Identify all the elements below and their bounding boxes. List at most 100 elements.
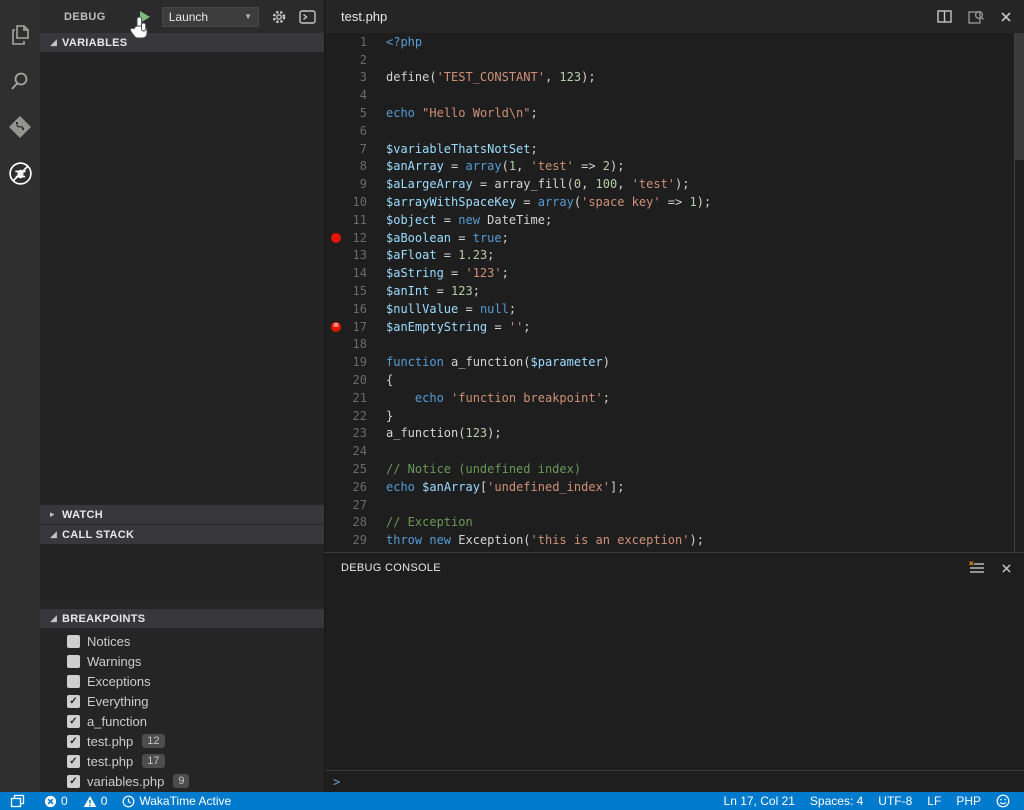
breakpoint-gutter[interactable] [325, 300, 345, 318]
code-line[interactable]: 25// Notice (undefined index) [325, 460, 1014, 478]
code-line[interactable]: 22} [325, 407, 1014, 425]
debug-icon[interactable] [0, 150, 40, 196]
close-editor-icon[interactable] [1000, 11, 1012, 23]
code-line[interactable]: 23a_function(123); [325, 425, 1014, 443]
code-line[interactable]: 27 [325, 496, 1014, 514]
code-line[interactable]: 21 echo 'function breakpoint'; [325, 389, 1014, 407]
breakpoint-gutter[interactable] [325, 442, 345, 460]
breakpoint-gutter[interactable] [325, 478, 345, 496]
breakpoint-checkbox[interactable]: ✓ [67, 715, 80, 728]
code-line[interactable]: 14$aString = '123'; [325, 264, 1014, 282]
breakpoint-gutter[interactable] [325, 140, 345, 158]
breakpoint-checkbox[interactable] [67, 635, 80, 648]
breakpoint-checkbox[interactable]: ✓ [67, 735, 80, 748]
breakpoint-item[interactable]: ✓a_function [40, 711, 324, 731]
breakpoint-checkbox[interactable]: ✓ [67, 695, 80, 708]
breakpoint-gutter[interactable] [325, 69, 345, 87]
code-line[interactable]: 19function a_function($parameter) [325, 353, 1014, 371]
breakpoint-item[interactable]: Notices [40, 631, 324, 651]
breakpoint-gutter[interactable] [325, 193, 345, 211]
breakpoint-icon[interactable] [331, 233, 341, 243]
toggle-debug-console-icon[interactable] [299, 10, 316, 24]
breakpoint-gutter[interactable] [325, 247, 345, 265]
remote-window-icon[interactable] [10, 794, 29, 808]
breakpoint-checkbox[interactable] [67, 655, 80, 668]
code-line[interactable]: 1<?php [325, 33, 1014, 51]
breakpoint-item[interactable]: ✓test.php17 [40, 751, 324, 771]
code-line[interactable]: 6 [325, 122, 1014, 140]
editor-scrollbar[interactable] [1014, 33, 1024, 552]
eol-setting[interactable]: LF [927, 794, 941, 808]
code-line[interactable]: 15$anInt = 123; [325, 282, 1014, 300]
split-editor-icon[interactable] [937, 10, 952, 23]
breakpoint-item[interactable]: Exceptions [40, 671, 324, 691]
code-line[interactable]: 20{ [325, 371, 1014, 389]
code-line[interactable]: 18 [325, 336, 1014, 354]
code-line[interactable]: 24 [325, 442, 1014, 460]
code-line[interactable]: 26echo $anArray['undefined_index']; [325, 478, 1014, 496]
breakpoint-gutter[interactable] [325, 122, 345, 140]
feedback-smiley-icon[interactable] [996, 794, 1014, 808]
debug-console-input[interactable]: > [325, 770, 1024, 792]
breakpoint-gutter[interactable] [325, 336, 345, 354]
code-line[interactable]: 4 [325, 86, 1014, 104]
launch-configuration-dropdown[interactable]: Launch ▼ [162, 7, 259, 27]
language-mode[interactable]: PHP [956, 794, 981, 808]
code-line[interactable]: 17$anEmptyString = ''; [325, 318, 1014, 336]
breakpoint-item[interactable]: ✓variables.php9 [40, 771, 324, 791]
breakpoint-gutter[interactable] [325, 318, 345, 336]
breakpoint-gutter[interactable] [325, 264, 345, 282]
scrollbar-thumb[interactable] [1015, 33, 1024, 160]
breakpoint-gutter[interactable] [325, 229, 345, 247]
breakpoint-gutter[interactable] [325, 425, 345, 443]
breakpoint-gutter[interactable] [325, 104, 345, 122]
breakpoint-gutter[interactable] [325, 460, 345, 478]
breakpoint-gutter[interactable] [325, 33, 345, 51]
indentation-setting[interactable]: Spaces: 4 [810, 794, 863, 808]
code-line[interactable]: 9$aLargeArray = array_fill(0, 100, 'test… [325, 175, 1014, 193]
breakpoint-gutter[interactable] [325, 211, 345, 229]
breakpoint-gutter[interactable] [325, 353, 345, 371]
code-line[interactable]: 2 [325, 51, 1014, 69]
breakpoint-checkbox[interactable]: ✓ [67, 755, 80, 768]
code-line[interactable]: 16$nullValue = null; [325, 300, 1014, 318]
breakpoint-gutter[interactable] [325, 51, 345, 69]
encoding-setting[interactable]: UTF-8 [878, 794, 912, 808]
breakpoint-checkbox[interactable] [67, 675, 80, 688]
clear-console-icon[interactable] [969, 561, 985, 575]
close-panel-icon[interactable] [1001, 563, 1012, 574]
breakpoint-gutter[interactable] [325, 175, 345, 193]
breakpoint-gutter[interactable] [325, 496, 345, 514]
start-debug-button[interactable] [140, 11, 150, 23]
open-preview-icon[interactable] [968, 10, 984, 24]
breakpoint-gutter[interactable] [325, 531, 345, 549]
code-line[interactable]: 28// Exception [325, 514, 1014, 532]
code-line[interactable]: 7$variableThatsNotSet; [325, 140, 1014, 158]
breakpoint-item[interactable]: ✓test.php12 [40, 731, 324, 751]
code-line[interactable]: 8$anArray = array(1, 'test' => 2); [325, 158, 1014, 176]
warning-count[interactable]: 0 [83, 794, 108, 808]
source-control-icon[interactable] [0, 104, 40, 150]
code-lines[interactable]: 1<?php23define('TEST_CONSTANT', 123);45e… [325, 33, 1014, 552]
breakpoint-gutter[interactable] [325, 371, 345, 389]
error-count[interactable]: 0 [44, 794, 68, 808]
variables-section-header[interactable]: ◢ VARIABLES [40, 33, 324, 52]
configure-gear-icon[interactable] [271, 9, 287, 25]
breakpoint-item[interactable]: ✓Everything [40, 691, 324, 711]
breakpoint-gutter[interactable] [325, 389, 345, 407]
breakpoint-gutter[interactable] [325, 158, 345, 176]
code-line[interactable]: 12$aBoolean = true; [325, 229, 1014, 247]
breakpoint-item[interactable]: Warnings [40, 651, 324, 671]
breakpoint-gutter[interactable] [325, 86, 345, 104]
files-icon[interactable] [0, 12, 40, 58]
code-line[interactable]: 3define('TEST_CONSTANT', 123); [325, 69, 1014, 87]
conditional-breakpoint-icon[interactable] [331, 322, 341, 332]
code-line[interactable]: 29throw new Exception('this is an except… [325, 531, 1014, 549]
code-line[interactable]: 10$arrayWithSpaceKey = array('space key'… [325, 193, 1014, 211]
code-line[interactable]: 5echo "Hello World\n"; [325, 104, 1014, 122]
search-icon[interactable] [0, 58, 40, 104]
code-line[interactable]: 13$aFloat = 1.23; [325, 247, 1014, 265]
watch-section-header[interactable]: ▸ WATCH [40, 505, 324, 524]
cursor-position[interactable]: Ln 17, Col 21 [724, 794, 795, 808]
breakpoint-gutter[interactable] [325, 282, 345, 300]
